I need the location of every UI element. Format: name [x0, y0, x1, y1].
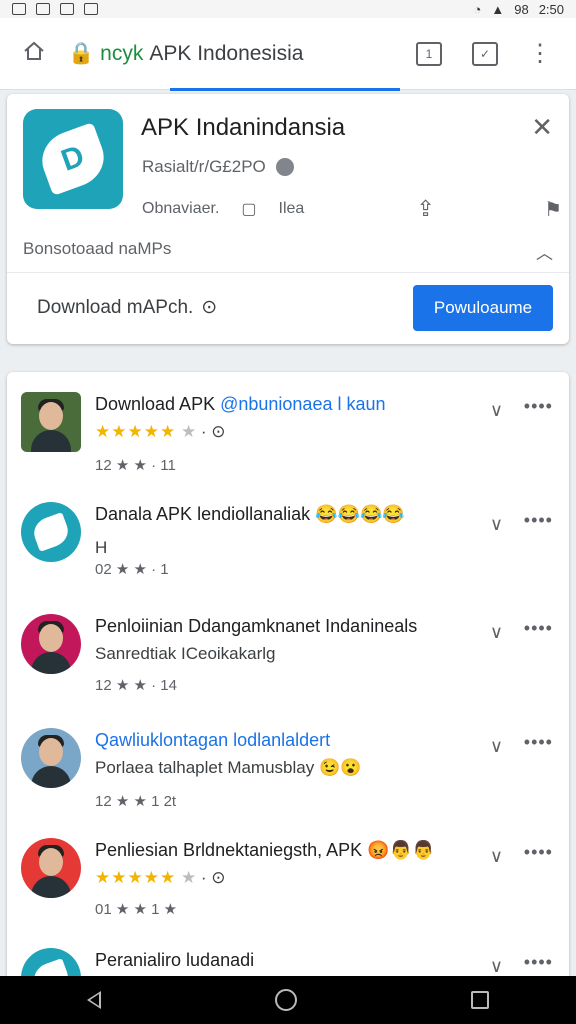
- app-logo-icon: D: [23, 109, 123, 209]
- home-circle-icon[interactable]: [275, 989, 297, 1011]
- menu-icon[interactable]: ⋮: [528, 41, 552, 66]
- divider: [7, 272, 569, 273]
- recents-icon[interactable]: [471, 991, 489, 1009]
- notification-icon: [12, 3, 26, 15]
- app-action-row: Obnaviaer. ▢ Ilea ⇪ ⚑: [142, 196, 562, 222]
- download-info-row[interactable]: Bonsotoaad naMPs ︿: [23, 239, 553, 264]
- item-title: Download APK @nbunionaea l kaun: [95, 394, 386, 414]
- app-subtitle: Rasialt/r/G£2PO: [142, 157, 294, 177]
- wifi-icon: ◔: [473, 1, 482, 17]
- chevron-down-icon[interactable]: ∨: [490, 846, 503, 867]
- gallery-icon: [36, 3, 50, 15]
- list-item[interactable]: Qawliuklontagan lodlanlaldert Porlaea ta…: [7, 708, 569, 818]
- row-label: Obnaviaer.: [142, 200, 220, 217]
- download-text: Download mAPch. ⊙: [37, 296, 218, 319]
- chevron-up-icon[interactable]: ︿: [536, 239, 553, 264]
- more-icon[interactable]: ••••: [524, 732, 553, 753]
- download-page-button[interactable]: ✓: [472, 41, 498, 66]
- item-title: Danala APK lendiollanaliak 😂😂😂😂: [95, 504, 405, 524]
- item-meta: 02 ★ ★ · 1: [95, 561, 169, 578]
- item-meta: 12 ★ ★ · 14: [95, 677, 177, 694]
- info-icon: ⊙: [201, 297, 218, 318]
- item-rating: ★★★★★ ★ · ⊙: [95, 868, 226, 887]
- download-button[interactable]: Powuloaume: [413, 285, 553, 331]
- list-item[interactable]: Penliesian Brldnektaniegsth, APK 😡👨👨 ★★★…: [7, 818, 569, 928]
- more-icon[interactable]: ••••: [524, 842, 553, 863]
- download-icon: [84, 3, 98, 15]
- system-nav-bar: [0, 976, 576, 1024]
- list-item[interactable]: Download APK @nbunionaea l kaun ★★★★★ ★ …: [7, 372, 569, 482]
- more-icon[interactable]: ••••: [524, 952, 553, 973]
- chevron-down-icon[interactable]: ∨: [490, 956, 503, 977]
- row-label-2[interactable]: Ilea: [279, 200, 305, 218]
- tab-count-button[interactable]: 1: [416, 41, 442, 66]
- item-title: Penloiinian Ddangamknanet Indanineals: [95, 616, 418, 636]
- lock-icon: 🔒: [68, 41, 95, 65]
- close-icon[interactable]: ✕: [531, 112, 553, 143]
- chevron-down-icon[interactable]: ∨: [490, 400, 503, 421]
- list-item[interactable]: Penloiinian Ddangamknanet Indanineals Sa…: [7, 594, 569, 704]
- item-title: Penliesian Brldnektaniegsth, APK 😡👨👨: [95, 840, 435, 860]
- item-subtitle: Sanredtiak ICeoikakarlg: [95, 644, 276, 663]
- globe-icon: [275, 158, 294, 176]
- app-title: APK Indanindansia: [141, 114, 346, 141]
- more-icon[interactable]: ••••: [524, 618, 553, 639]
- bookmark-icon[interactable]: ⚑: [544, 197, 562, 222]
- item-meta: 01 ★ ★ 1 ★: [95, 901, 178, 918]
- clock: 2:50: [538, 1, 564, 17]
- avatar: [21, 392, 81, 452]
- page-load-progress: [170, 88, 400, 91]
- list-item[interactable]: Peranialiro ludanadi ∨ ••••: [7, 928, 569, 982]
- item-title: Qawliuklontagan lodlanlaldert: [95, 730, 331, 750]
- home-button[interactable]: [0, 39, 68, 68]
- item-meta: 12 ★ ★ 1 2t: [95, 793, 177, 810]
- url-text: APK Indonesisia: [149, 41, 304, 65]
- browser-toolbar: 🔒 ncyk APK Indonesisia 1 ✓ ⋮: [0, 18, 576, 90]
- back-icon[interactable]: [87, 991, 101, 1009]
- avatar: [21, 614, 81, 674]
- avatar: [21, 728, 81, 788]
- signal-icon: ▲: [491, 1, 505, 17]
- status-bar: ◔ ▲ 98 2:50: [0, 0, 576, 18]
- avatar: [21, 838, 81, 898]
- battery-level: 98: [514, 1, 529, 17]
- item-title: Peranialiro ludanadi: [95, 950, 255, 970]
- item-subtitle: Porlaea talhaplet Mamusblay 😉😮: [95, 758, 362, 777]
- address-bar[interactable]: 🔒 ncyk APK Indonesisia: [68, 42, 416, 66]
- chevron-down-icon[interactable]: ∨: [490, 622, 503, 643]
- item-subtitle: H: [95, 538, 108, 557]
- home-icon: [24, 41, 44, 60]
- more-icon[interactable]: ••••: [524, 510, 553, 531]
- list-item[interactable]: Danala APK lendiollanaliak 😂😂😂😂 H 02 ★ ★…: [7, 482, 569, 592]
- chevron-down-icon[interactable]: ∨: [490, 514, 503, 535]
- item-meta: 12 ★ ★ · 11: [95, 457, 176, 474]
- url-prefix: ncyk: [100, 41, 144, 65]
- app-card: D APK Indanindansia ✕ Rasialt/r/G£2PO Ob…: [7, 94, 569, 344]
- chevron-down-icon[interactable]: ∨: [490, 736, 503, 757]
- share-icon[interactable]: ⇪: [416, 196, 434, 222]
- file-icon: [60, 3, 74, 15]
- copy-icon[interactable]: ▢: [241, 199, 256, 219]
- more-icon[interactable]: ••••: [524, 396, 553, 417]
- app-logo-icon: [21, 502, 81, 562]
- item-rating: ★★★★★ ★ · ⊙: [95, 422, 226, 441]
- results-list: Download APK @nbunionaea l kaun ★★★★★ ★ …: [7, 372, 569, 982]
